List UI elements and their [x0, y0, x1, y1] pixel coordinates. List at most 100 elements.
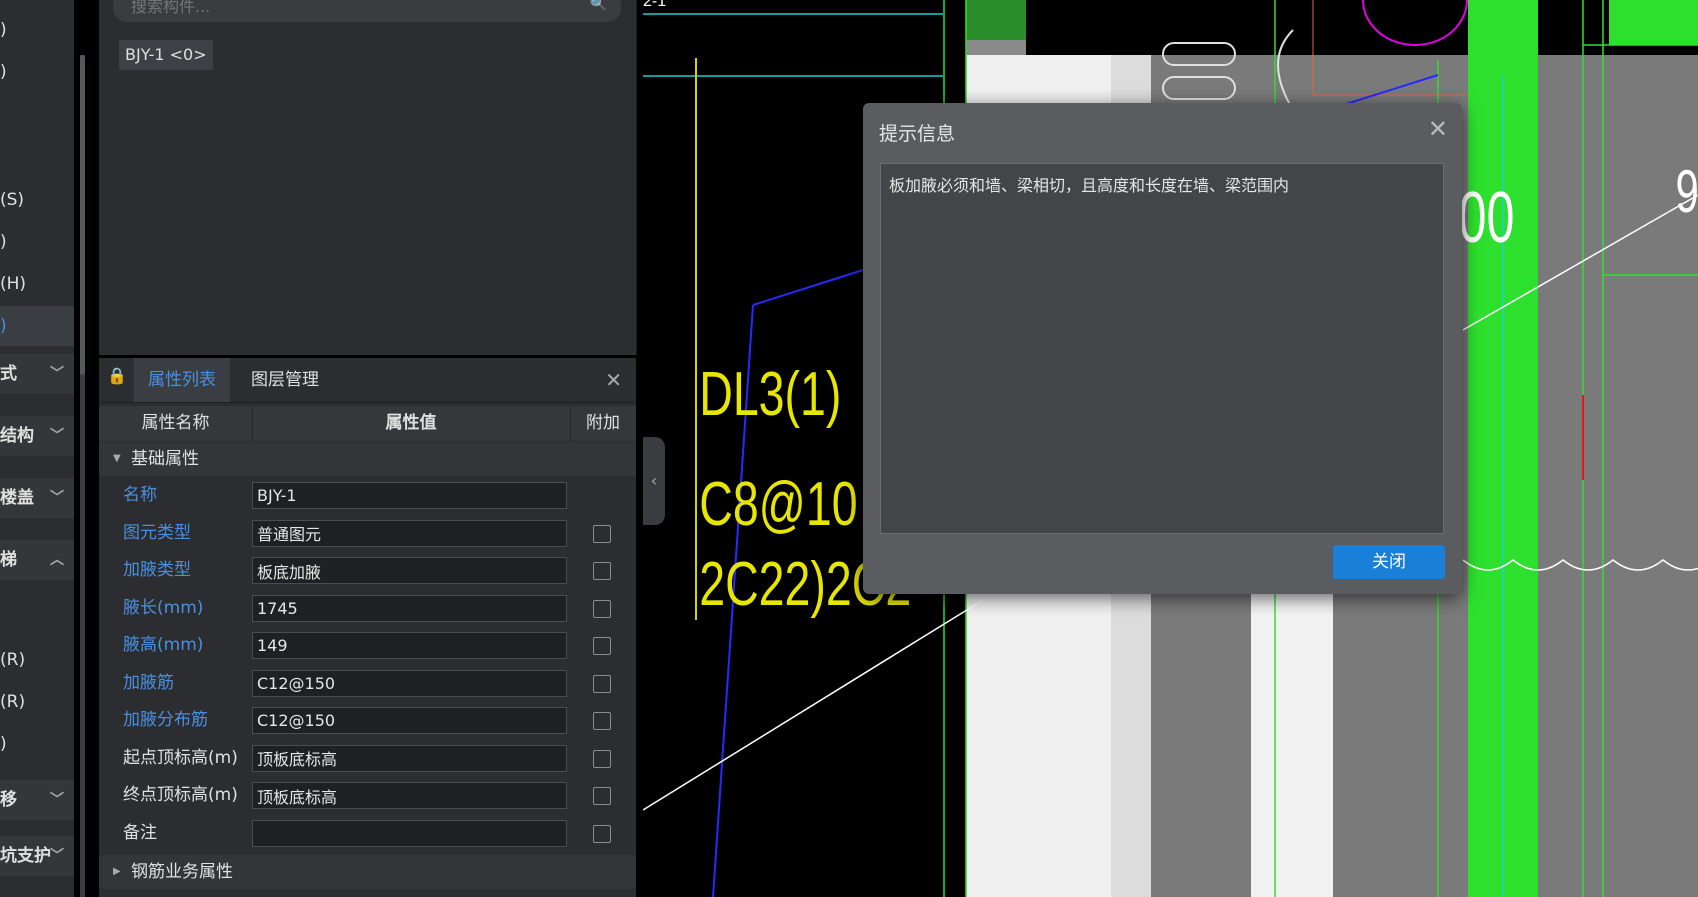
collapse-triangle-icon[interactable]: ▼	[113, 442, 121, 476]
sidebar-item[interactable]: 结构 ﹀	[0, 416, 74, 456]
component-item[interactable]: BJY-1 <0>	[119, 40, 213, 70]
column-header-value: 属性值	[252, 406, 571, 441]
left-scrollbar[interactable]	[80, 55, 85, 897]
sidebar-item[interactable]: 梯 ︿	[0, 540, 74, 580]
property-name: 名称	[123, 485, 157, 505]
cad-label: 9	[1676, 158, 1698, 225]
cad-label: 2-1	[643, 0, 666, 10]
sidebar-item[interactable]: )	[0, 724, 74, 764]
property-name: 腋长(mm)	[123, 597, 204, 618]
sidebar-item[interactable]: (R)	[0, 682, 74, 722]
dialog-message: 板加腋必须和墙、梁相切，且高度和长度在墙、梁范围内	[889, 176, 1290, 195]
property-row: 腋高(mm)	[99, 627, 636, 665]
sidebar-item[interactable]: )	[0, 52, 74, 92]
section-rebar-properties[interactable]: ▶ 钢筋业务属性	[99, 855, 636, 889]
property-name: 备注	[123, 822, 157, 843]
search-box[interactable]: 🔍	[113, 0, 621, 22]
property-row: 起点顶标高(m)	[99, 740, 636, 778]
section-basic-properties[interactable]: ▼ 基础属性	[99, 442, 636, 476]
extra-checkbox[interactable]	[593, 562, 611, 580]
sidebar-item-label: )	[0, 62, 7, 82]
property-value-field[interactable]	[252, 594, 567, 622]
close-button[interactable]: 关闭	[1333, 545, 1445, 579]
sidebar-item-label: 坑支护	[0, 846, 51, 866]
search-icon[interactable]: 🔍	[590, 0, 607, 12]
component-list-panel: 🔍 BJY-1 <0>	[99, 0, 637, 355]
chevron-down-icon[interactable]: ﹀	[50, 780, 64, 820]
property-value-field[interactable]	[252, 819, 567, 847]
sidebar-item[interactable]: (R)	[0, 640, 74, 680]
property-value-field[interactable]	[252, 632, 567, 659]
chevron-down-icon[interactable]: ﹀	[50, 416, 64, 456]
extra-checkbox[interactable]	[593, 824, 611, 843]
sidebar-item[interactable]: (H)	[0, 264, 74, 304]
scrollbar-thumb[interactable]	[80, 55, 85, 375]
sidebar-item-label: (R)	[0, 692, 26, 712]
sidebar-item[interactable]: )	[0, 222, 74, 262]
property-row: 图元类型	[99, 515, 636, 553]
section-label: 钢筋业务属性	[131, 862, 233, 882]
sidebar-item-label: )	[0, 20, 7, 40]
panel-tabs: 🔒 属性列表 图层管理 ✕	[99, 358, 636, 403]
property-name: 加腋筋	[123, 672, 174, 693]
property-value-field[interactable]	[252, 782, 567, 809]
sidebar-item-label: 梯	[0, 550, 17, 570]
extra-checkbox[interactable]	[593, 787, 611, 805]
sidebar-item[interactable]: 式 ﹀	[0, 354, 74, 394]
property-row: 备注	[99, 815, 636, 853]
extra-checkbox[interactable]	[593, 637, 611, 655]
sidebar-item-label: )	[0, 232, 7, 252]
sidebar-item[interactable]: )	[0, 10, 74, 50]
chevron-down-icon[interactable]: ﹀	[50, 836, 64, 876]
sidebar-item[interactable]: )	[0, 306, 74, 346]
sidebar-item[interactable]: (S)	[0, 180, 74, 220]
left-navigation: )) (S)) (H)) 式 ﹀ 结构 ﹀ 楼盖 ﹀ 梯 ︿ (R) (R)) 移 ﹀ 坑支护 ﹀	[0, 0, 74, 897]
property-row: 终点顶标高(m)	[99, 777, 636, 815]
sidebar-item-label: 移	[0, 790, 17, 810]
sidebar-item[interactable]: 坑支护 ﹀	[0, 836, 74, 876]
chevron-down-icon[interactable]: ﹀	[50, 478, 64, 518]
cad-region	[966, 40, 1026, 55]
property-value-field[interactable]	[252, 482, 567, 509]
property-value-field[interactable]	[252, 707, 567, 734]
sidebar-item[interactable]: 移 ﹀	[0, 780, 74, 820]
cad-label: DL3(1)	[699, 358, 841, 428]
lock-icon[interactable]: 🔒	[107, 366, 127, 385]
column-header-name: 属性名称	[99, 406, 253, 441]
expand-triangle-icon[interactable]: ▶	[113, 855, 121, 889]
property-value-field[interactable]	[252, 669, 567, 697]
property-row: 名称	[99, 477, 636, 515]
extra-checkbox[interactable]	[593, 749, 611, 768]
extra-checkbox[interactable]	[593, 674, 611, 693]
cad-label: C8@10	[699, 468, 857, 538]
sidebar-item-label: )	[0, 734, 7, 754]
property-value-field[interactable]	[252, 519, 567, 547]
search-input[interactable]	[129, 0, 563, 22]
column-header-extra: 附加	[586, 413, 620, 433]
sidebar-item-label: )	[0, 316, 7, 336]
property-row: 加腋类型	[99, 552, 636, 590]
sidebar-item[interactable]: 楼盖 ﹀	[0, 478, 74, 518]
chevron-down-icon[interactable]: ﹀	[50, 354, 64, 394]
property-value-field[interactable]	[252, 557, 567, 584]
property-name: 腋高(mm)	[123, 635, 204, 655]
cad-label: 00	[1459, 178, 1515, 258]
sidebar-item-label: 结构	[0, 426, 34, 446]
chevron-up-icon[interactable]: ︿	[50, 540, 64, 580]
close-icon[interactable]: ✕	[605, 368, 622, 392]
tab-property-list[interactable]: 属性列表	[134, 358, 230, 402]
property-name: 加腋类型	[123, 560, 191, 580]
property-name: 图元类型	[123, 522, 191, 543]
close-icon[interactable]: ✕	[1428, 115, 1448, 143]
sidebar-item-label: (R)	[0, 650, 26, 670]
cad-line	[752, 269, 864, 306]
extra-checkbox[interactable]	[593, 712, 611, 730]
property-value-field[interactable]	[252, 744, 567, 772]
extra-checkbox[interactable]	[593, 524, 611, 543]
property-row: 加腋分布筋	[99, 702, 636, 740]
tab-layer-management[interactable]: 图层管理	[237, 358, 333, 402]
sidebar-item-label: (S)	[0, 190, 25, 210]
info-dialog: 提示信息 ✕ 板加腋必须和墙、梁相切，且高度和长度在墙、梁范围内 关闭	[863, 103, 1462, 594]
extra-checkbox[interactable]	[593, 599, 611, 618]
property-name: 加腋分布筋	[123, 710, 208, 730]
